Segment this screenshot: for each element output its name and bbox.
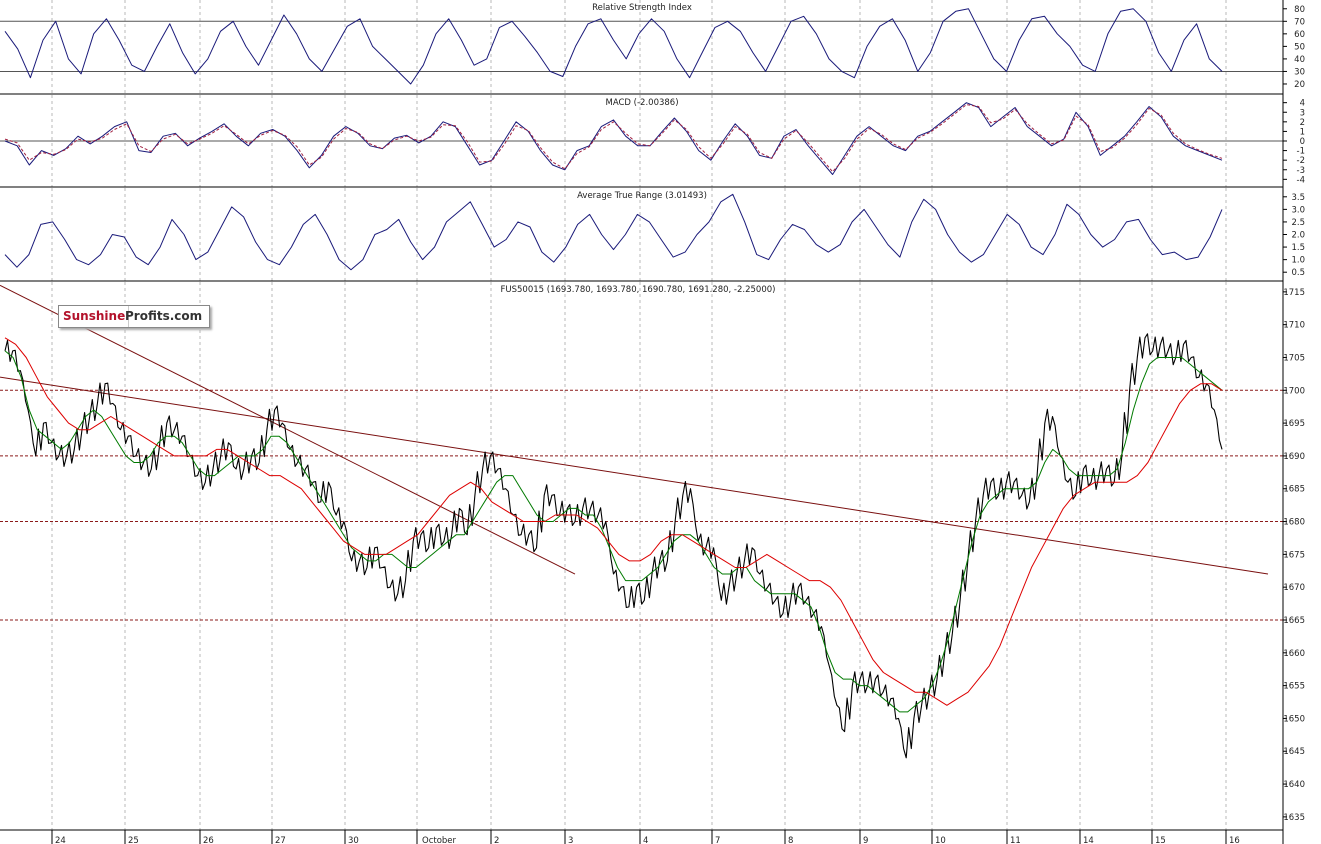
ytick-label: 2.5 — [1291, 218, 1305, 228]
background — [0, 0, 1321, 844]
ytick-label: 3.5 — [1291, 193, 1305, 203]
ytick-label: 1655 — [1283, 682, 1305, 692]
xtick-label: 3 — [568, 836, 573, 844]
ytick-label: 1680 — [1283, 518, 1305, 528]
xtick-label: 4 — [643, 836, 648, 844]
xtick-label: 9 — [863, 836, 868, 844]
xtick-label: 25 — [128, 836, 139, 844]
xtick-label: 14 — [1083, 836, 1094, 844]
ytick-label: 1.0 — [1291, 256, 1305, 266]
ytick-label: 1690 — [1283, 452, 1305, 462]
ytick-label: 1635 — [1283, 813, 1305, 823]
ytick-label: 80 — [1294, 5, 1305, 15]
ytick-label: 1645 — [1283, 747, 1305, 757]
panel-title: FUS50015 (1693.780, 1693.780, 1690.780, … — [501, 285, 776, 295]
ytick-label: 2 — [1300, 118, 1305, 128]
xtick-label: 16 — [1229, 836, 1240, 844]
ytick-label: 50 — [1294, 42, 1305, 52]
ytick-label: 0 — [1300, 137, 1305, 147]
xtick-label: 7 — [715, 836, 720, 844]
ytick-label: 3.0 — [1291, 205, 1305, 215]
panel-title: MACD (-2.00386) — [605, 98, 678, 108]
ytick-label: -4 — [1297, 175, 1305, 185]
ytick-label: 70 — [1294, 17, 1305, 27]
xtick-label: 10 — [935, 836, 946, 844]
ytick-label: 20 — [1294, 80, 1305, 90]
ytick-label: 0.5 — [1291, 268, 1305, 278]
ytick-label: 1700 — [1283, 386, 1305, 396]
ytick-label: 1685 — [1283, 485, 1305, 495]
xtick-label: October — [422, 836, 457, 844]
panel-title: Relative Strength Index — [592, 3, 692, 13]
ytick-label: -1 — [1297, 147, 1305, 157]
ytick-label: 1 — [1300, 127, 1305, 137]
ytick-label: 40 — [1294, 55, 1305, 65]
ytick-label: 1.5 — [1291, 243, 1305, 253]
ytick-label: 1660 — [1283, 649, 1305, 659]
ytick-label: 4 — [1300, 99, 1305, 109]
ytick-label: 1705 — [1283, 353, 1305, 363]
ytick-label: 1675 — [1283, 550, 1305, 560]
ytick-label: 1640 — [1283, 780, 1305, 790]
ytick-label: 3 — [1300, 108, 1305, 118]
xtick-label: 27 — [275, 836, 286, 844]
panel-title: Average True Range (3.01493) — [577, 191, 707, 201]
ytick-label: 1695 — [1283, 419, 1305, 429]
ytick-label: 30 — [1294, 67, 1305, 77]
xtick-label: 26 — [203, 836, 214, 844]
xtick-label: 24 — [55, 836, 66, 844]
ytick-label: 1650 — [1283, 714, 1305, 724]
ytick-label: 1715 — [1283, 288, 1305, 298]
xtick-label: 11 — [1010, 836, 1021, 844]
ytick-label: 2.0 — [1291, 231, 1305, 241]
xtick-label: 8 — [788, 836, 793, 844]
chart-svg: 20304050607080Relative Strength Index-4-… — [0, 0, 1321, 844]
sunshine-profits-logo: Sunshine Profits.com — [58, 305, 210, 328]
logo-sunshine: Sunshine — [59, 306, 130, 327]
ytick-label: 1670 — [1283, 583, 1305, 593]
xtick-label: 30 — [348, 836, 359, 844]
xtick-label: 15 — [1155, 836, 1166, 844]
ytick-label: 60 — [1294, 30, 1305, 40]
ytick-label: 1710 — [1283, 321, 1305, 331]
logo-profits: Profits.com — [125, 309, 203, 323]
ytick-label: -3 — [1297, 166, 1305, 176]
ytick-label: -2 — [1297, 156, 1305, 166]
ytick-label: 1665 — [1283, 616, 1305, 626]
xtick-label: 2 — [494, 836, 499, 844]
